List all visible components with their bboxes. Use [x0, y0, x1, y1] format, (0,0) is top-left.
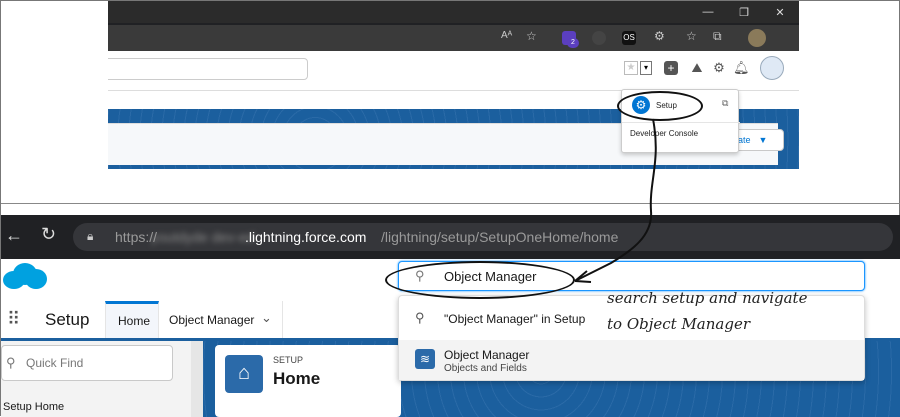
- annotation-arrow: [574, 118, 657, 283]
